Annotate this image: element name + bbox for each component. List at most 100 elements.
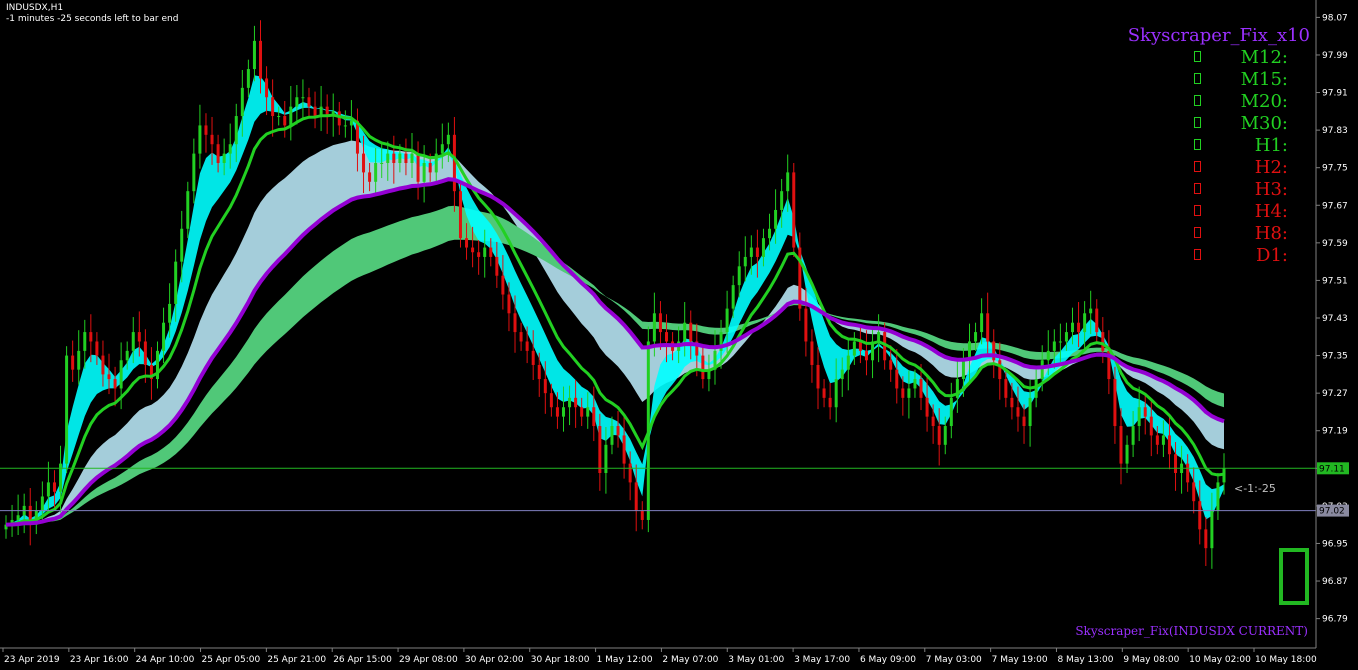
candle [458, 181, 462, 248]
candle [477, 240, 481, 275]
candle-body [537, 364, 541, 380]
x-tick-label: 24 Apr 10:00 [136, 655, 195, 665]
candle [1216, 473, 1220, 520]
candle [828, 382, 832, 420]
candle-body [337, 111, 341, 126]
candle-body [901, 388, 905, 398]
candle-body [1071, 322, 1075, 333]
candle-body [780, 191, 784, 210]
candle-body [131, 332, 135, 351]
candle [307, 87, 311, 117]
candle-body [1155, 435, 1159, 445]
candle-body [895, 369, 899, 389]
candle-body [162, 322, 166, 351]
x-tick-label: 7 May 19:00 [992, 655, 1048, 665]
candle-body [489, 247, 493, 257]
candle [1137, 386, 1141, 442]
candle-body [246, 69, 250, 88]
candle-body [210, 134, 214, 145]
candle-body [465, 238, 469, 248]
candle-body [1161, 435, 1165, 445]
candle [810, 329, 814, 383]
candle-body [907, 388, 911, 398]
candle-body [640, 510, 644, 520]
candle-body [1028, 397, 1032, 427]
candle-body [919, 379, 923, 398]
candle-body [507, 294, 511, 314]
candle [852, 332, 856, 365]
candle-body [143, 341, 147, 365]
candle-body [986, 313, 990, 342]
candle [1167, 414, 1171, 470]
candle-body [792, 172, 796, 248]
symbol-label: INDUSDX,H1 [6, 3, 64, 13]
candle-body [937, 426, 941, 445]
candle-body [410, 153, 414, 163]
timeframe-row: M20: [1088, 91, 1288, 113]
candle [858, 326, 862, 364]
candle-body [95, 341, 99, 356]
candle-body [362, 153, 366, 173]
candle [998, 342, 1002, 400]
x-tick-label: 25 Apr 05:00 [202, 655, 261, 665]
y-tick-label: 97.59 [1322, 239, 1348, 249]
candle-body [743, 256, 747, 267]
candle-body [107, 374, 111, 380]
y-tick-label: 97.91 [1322, 89, 1348, 99]
candle-body [204, 125, 208, 135]
candle [901, 376, 905, 416]
candle [283, 101, 287, 138]
candle-body [16, 515, 20, 520]
signal-down-icon [1194, 183, 1201, 194]
candle-body [828, 397, 832, 408]
x-tick-label: 9 May 08:00 [1123, 655, 1179, 665]
candle [980, 298, 984, 345]
x-tick-label: 25 Apr 21:00 [267, 655, 326, 665]
candle [155, 341, 159, 389]
candle [1107, 330, 1111, 395]
candle-body [1204, 529, 1208, 549]
candle-body [1125, 444, 1129, 464]
candle-body [658, 313, 662, 333]
candle-body [931, 416, 935, 427]
candle [792, 163, 796, 257]
candle [640, 501, 644, 530]
candle-body [277, 116, 281, 118]
candle-body [634, 482, 638, 511]
candle-body [761, 238, 765, 257]
candle [252, 25, 256, 82]
candle-body [1137, 407, 1141, 427]
candle-body [622, 435, 626, 464]
candle-body [471, 247, 475, 253]
y-tick-label: 97.99 [1322, 51, 1348, 61]
candle-body [949, 397, 953, 427]
candle-body [386, 153, 390, 163]
candle [28, 488, 32, 546]
candle-body [580, 407, 584, 417]
candle-body [1131, 426, 1135, 445]
candle [713, 330, 717, 385]
candle [622, 414, 626, 479]
candle-body [628, 463, 632, 483]
candle-body [416, 153, 420, 182]
candle-body [592, 407, 596, 427]
candle-body [749, 247, 753, 257]
candle [246, 59, 250, 98]
candle-body [40, 496, 44, 511]
candle-body [483, 247, 487, 257]
timeframe-label: M15: [1240, 69, 1288, 90]
timeframe-label: H4: [1254, 201, 1288, 222]
timeframe-row: M12: [1088, 47, 1288, 69]
candle-body [998, 360, 1002, 380]
candle-body [186, 191, 190, 229]
candle-body [180, 228, 184, 262]
candle-body [1113, 379, 1117, 427]
timeframe-label: H8: [1254, 223, 1288, 244]
candle-body [519, 332, 523, 342]
timeframe-label: M20: [1240, 91, 1288, 112]
candle [416, 141, 420, 200]
candle-body [840, 369, 844, 380]
candle-body [555, 407, 559, 417]
candle-body [259, 40, 263, 79]
bar-timer-label: -1 minutes -25 seconds left to bar end [6, 14, 179, 24]
